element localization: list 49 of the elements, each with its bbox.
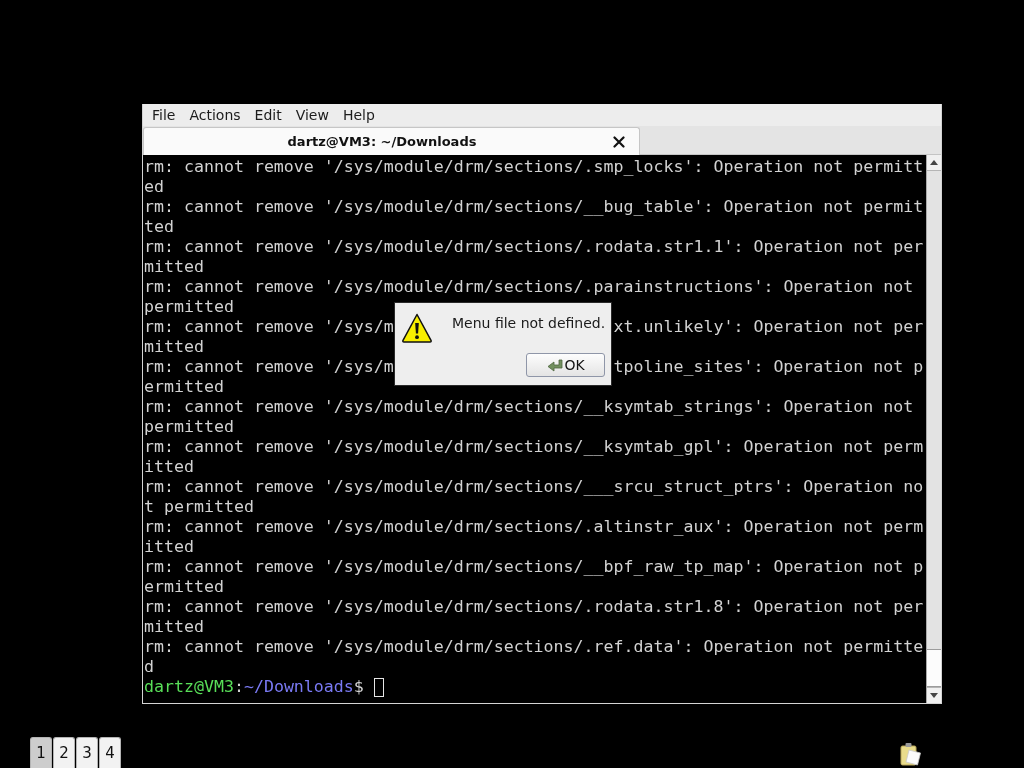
menu-item[interactable]: File: [145, 105, 183, 125]
cursor-icon: [373, 677, 384, 697]
terminal-line: rm: cannot remove '/sys/m: [144, 317, 394, 337]
terminal-line: rm: cannot remove '/sys/module/drm/sections/.rodata.str1.1': Operation not per: [144, 237, 924, 257]
terminal-line: rm: cannot remove '/sys/module/drm/sections/.parainstructions': Operation not: [144, 277, 914, 297]
workspace-button[interactable]: 1: [30, 737, 52, 768]
terminal-line: rm: cannot remove '/sys/module/drm/sections/.altinstr_aux': Operation not perm: [144, 517, 924, 537]
terminal-line: rm: cannot remove '/sys/module/drm/sections/.ref.data': Operation not permitte: [144, 637, 924, 657]
terminal-line: xt.unlikely': Operation not per: [613, 317, 924, 337]
terminal-line: rm: cannot remove '/sys/module/drm/sections/.smp_locks': Operation not permitt: [144, 157, 924, 177]
terminal-line: mitted: [144, 617, 204, 637]
warning-icon: [401, 312, 433, 344]
return-arrow-icon: [546, 358, 563, 372]
terminal-line: rm: cannot remove '/sys/module/drm/sections/__bug_table': Operation not permit: [144, 197, 924, 217]
terminal-line: rm: cannot remove '/sys/m: [144, 357, 394, 377]
dialog-message: Menu file not defined.: [452, 315, 606, 331]
workspace-button[interactable]: 4: [99, 737, 121, 768]
terminal-line: rm: cannot remove '/sys/module/drm/sections/___srcu_struct_ptrs': Operation no: [144, 477, 924, 497]
terminal-line: itted: [144, 537, 194, 557]
terminal-line: t permitted: [144, 497, 254, 517]
terminal-line: itted: [144, 457, 194, 477]
terminal-tab[interactable]: dartz@VM3: ~/Downloads: [143, 127, 640, 155]
workspace-button[interactable]: 2: [53, 737, 75, 768]
terminal-line: permitted: [144, 417, 234, 437]
menu-item[interactable]: Help: [335, 105, 382, 125]
ok-button[interactable]: OK: [526, 353, 606, 377]
terminal-line: mitted: [144, 337, 204, 357]
terminal-line: ermitted: [144, 577, 224, 597]
close-icon[interactable]: [613, 135, 625, 148]
menu-item[interactable]: Edit: [247, 105, 289, 125]
terminal-line: rm: cannot remove '/sys/module/drm/sections/.rodata.str1.8': Operation not per: [144, 597, 924, 617]
clipboard-icon[interactable]: [900, 742, 922, 766]
terminal-line: ed: [144, 177, 164, 197]
menu-item[interactable]: Actions: [182, 105, 248, 125]
terminal-line: d: [144, 657, 154, 677]
shell-prompt: dartz@VM3:~/Downloads$: [144, 677, 364, 697]
terminal-line: ted: [144, 217, 174, 237]
terminal-line: rm: cannot remove '/sys/module/drm/sections/__ksymtab_strings': Operation not: [144, 397, 914, 417]
scrollbar-thumb[interactable]: [927, 649, 941, 687]
terminal-line: rm: cannot remove '/sys/module/drm/sections/__ksymtab_gpl': Operation not perm: [144, 437, 924, 457]
terminal-line: mitted: [144, 257, 204, 277]
terminal-line: ermitted: [144, 377, 224, 397]
scroll-up-arrow-icon[interactable]: [930, 160, 938, 165]
scroll-down-arrow-icon[interactable]: [930, 693, 938, 698]
menu-item[interactable]: View: [288, 105, 336, 125]
terminal-line: rm: cannot remove '/sys/module/drm/sections/__bpf_raw_tp_map': Operation not p: [144, 557, 924, 577]
workspace-button[interactable]: 3: [76, 737, 98, 768]
terminal-line: tpoline_sites': Operation not p: [613, 357, 924, 377]
terminal-line: permitted: [144, 297, 234, 317]
